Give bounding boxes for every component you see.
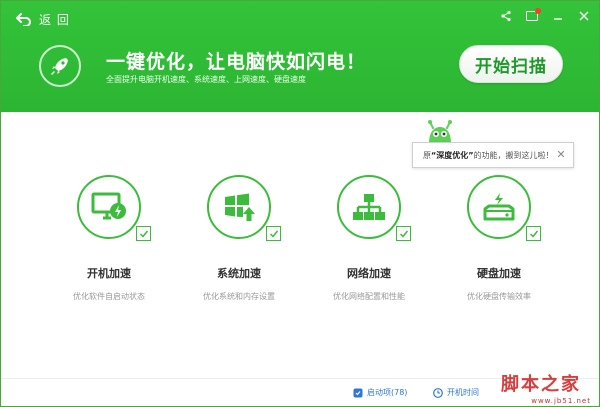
rocket-badge xyxy=(39,45,81,87)
tooltip-pre: 原 xyxy=(423,150,431,160)
check-icon xyxy=(399,230,408,238)
clock-icon xyxy=(433,387,443,398)
startup-icon xyxy=(353,388,363,397)
boot-time-label: 开机时间 xyxy=(447,388,479,397)
checkbox-network[interactable] xyxy=(396,226,411,241)
feature-subtitle: 优化系统和内存设置 xyxy=(203,292,275,301)
watermark-brand: 脚本之家 xyxy=(501,374,581,395)
startup-items-link[interactable]: 启动项(78) xyxy=(353,387,407,398)
feature-title: 开机加速 xyxy=(87,267,131,280)
footer-bar: 启动项(78) 开机时间 脚本之家 www.jb51.net xyxy=(1,374,599,406)
tooltip-bold: “深度优化” xyxy=(431,150,474,160)
feature-subtitle: 优化网络配置和性能 xyxy=(333,292,405,301)
feature-boot[interactable]: 开机加速 优化软件自启动状态 xyxy=(54,175,164,302)
close-icon[interactable] xyxy=(577,9,591,23)
feature-circle xyxy=(207,175,281,241)
feature-tooltip: 原 “深度优化” 的功能，搬到这儿啦！ ✕ xyxy=(412,142,574,168)
feature-title: 系统加速 xyxy=(217,267,261,280)
message-icon[interactable] xyxy=(525,8,541,23)
minimize-icon[interactable] xyxy=(551,9,565,23)
feature-circle xyxy=(337,175,411,241)
windows-up-icon xyxy=(225,193,255,221)
startup-items-label: 启动项(78) xyxy=(367,388,408,397)
check-icon xyxy=(529,230,538,238)
feature-subtitle: 优化软件自启动状态 xyxy=(73,292,145,301)
tooltip-close-icon[interactable]: ✕ xyxy=(555,149,567,161)
hdd-bolt-icon xyxy=(483,193,515,221)
feature-subtitle: 优化硬盘传输效率 xyxy=(467,292,531,301)
feature-title: 网络加速 xyxy=(347,267,391,280)
feature-circle xyxy=(467,175,541,241)
headline: 一键优化，让电脑快如闪电！ xyxy=(106,51,367,73)
tooltip-post: 的功能，搬到这儿啦！ xyxy=(473,150,554,160)
feature-system[interactable]: 系统加速 优化系统和内存设置 xyxy=(184,175,294,302)
feature-disk[interactable]: 硬盘加速 优化硬盘传输效率 xyxy=(444,175,554,302)
feature-title: 硬盘加速 xyxy=(477,267,521,280)
header-banner: 返 回 一键优化，让电脑快如闪电！ 全面提升电脑开机速度、系统速度、上网速度、硬… xyxy=(1,1,599,112)
checkbox-system[interactable] xyxy=(266,226,281,241)
back-button[interactable]: 返 回 xyxy=(15,9,70,29)
share-icon[interactable] xyxy=(499,9,513,23)
check-icon xyxy=(139,230,148,238)
checkbox-disk[interactable] xyxy=(526,226,541,241)
back-arrow-icon xyxy=(16,13,31,26)
start-scan-button[interactable]: 开始扫描 xyxy=(459,45,563,83)
subline: 全面提升电脑开机速度、系统速度、上网速度、硬盘速度 xyxy=(106,75,306,84)
checkbox-boot[interactable] xyxy=(136,226,151,241)
check-icon xyxy=(269,230,278,238)
optimizer-window: 返 回 一键优化，让电脑快如闪电！ 全面提升电脑开机速度、系统速度、上网速度、硬… xyxy=(0,0,600,407)
watermark-site: www.jb51.net xyxy=(531,397,591,405)
window-controls xyxy=(499,8,591,23)
boot-time-link[interactable]: 开机时间 xyxy=(433,387,479,398)
back-label: 返 回 xyxy=(39,12,70,27)
monitor-bolt-icon xyxy=(91,192,126,220)
rocket-icon xyxy=(51,58,68,75)
mascot-icon xyxy=(428,120,452,143)
feature-circle xyxy=(77,175,151,241)
network-icon xyxy=(353,194,385,220)
feature-network[interactable]: 网络加速 优化网络配置和性能 xyxy=(314,175,424,302)
